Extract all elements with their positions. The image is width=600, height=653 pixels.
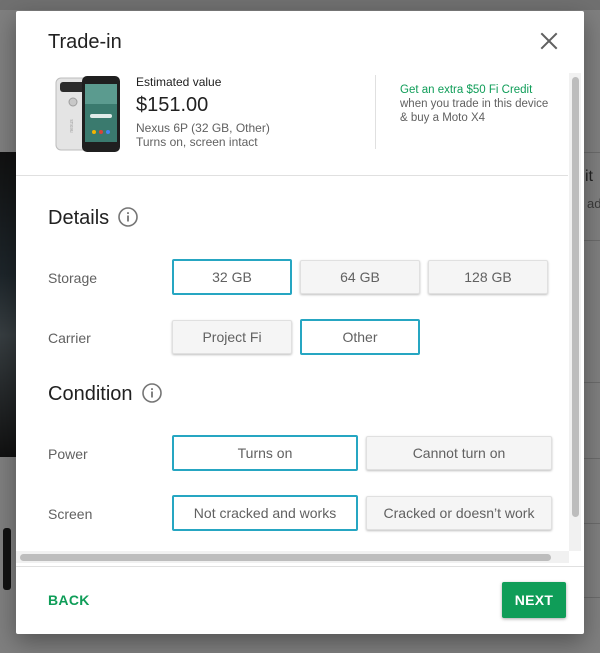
storage-option-32gb[interactable]: 32 GB	[172, 259, 292, 295]
vertical-scrollbar-thumb[interactable]	[572, 77, 579, 517]
footer-divider	[16, 566, 584, 567]
carrier-option-other[interactable]: Other	[300, 319, 420, 355]
device-condition-line: Turns on, screen intact	[136, 135, 258, 149]
carrier-label: Carrier	[48, 330, 91, 346]
power-label: Power	[48, 446, 88, 462]
svg-text:nexus: nexus	[69, 119, 75, 133]
storage-option-128gb[interactable]: 128 GB	[428, 260, 548, 294]
promo-text: Get an extra $50 Fi Credit when you trad…	[400, 83, 565, 125]
horizontal-scrollbar-thumb[interactable]	[20, 554, 551, 561]
promo-line: when you trade in this device	[400, 98, 549, 110]
back-button[interactable]: BACK	[48, 592, 90, 608]
dialog-title: Trade-in	[48, 31, 122, 53]
screen-option-cracked[interactable]: Cracked or doesn’t work	[366, 496, 552, 530]
promo-highlight: Get an extra $50 Fi Credit	[400, 84, 533, 96]
estimated-value: $151.00	[136, 94, 209, 116]
power-option-turns-on[interactable]: Turns on	[172, 435, 358, 471]
condition-title: Condition	[48, 383, 133, 405]
device-description: Nexus 6P (32 GB, Other) Turns on, screen…	[136, 121, 270, 149]
carrier-option-project-fi[interactable]: Project Fi	[172, 320, 292, 354]
device-image: nexus	[54, 74, 124, 154]
storage-label: Storage	[48, 270, 98, 286]
storage-option-64gb[interactable]: 64 GB	[300, 260, 420, 294]
power-option-cannot-turn-on[interactable]: Cannot turn on	[366, 436, 552, 470]
trade-in-dialog: Trade-in nexus Estimated value $151.00 N…	[16, 11, 584, 634]
next-button[interactable]: NEXT	[502, 582, 566, 618]
device-model-line: Nexus 6P (32 GB, Other)	[136, 121, 270, 135]
promo-line: & buy a Moto X4	[400, 112, 486, 124]
estimated-value-label: Estimated value	[136, 75, 222, 89]
close-icon[interactable]	[538, 30, 560, 52]
screen-label: Screen	[48, 506, 93, 522]
info-icon[interactable]	[142, 383, 162, 403]
details-title: Details	[48, 207, 110, 229]
dialog-scroll-area[interactable]: nexus Estimated value $151.00 Nexus 6P (…	[16, 66, 584, 576]
trade-in-summary: nexus Estimated value $151.00 Nexus 6P (…	[16, 66, 568, 176]
info-icon[interactable]	[118, 207, 138, 227]
section-divider	[16, 175, 568, 176]
screen-option-not-cracked[interactable]: Not cracked and works	[172, 495, 358, 531]
summary-divider	[375, 75, 376, 149]
